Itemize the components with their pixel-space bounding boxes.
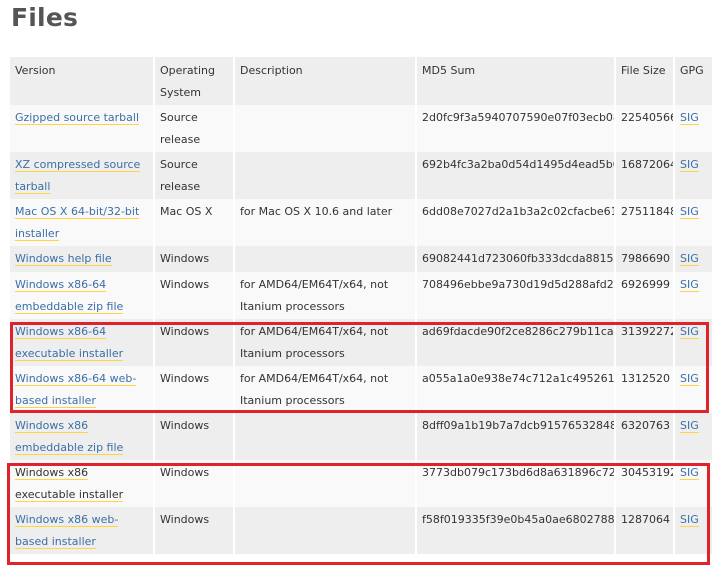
- page-title: Files: [11, 3, 79, 32]
- md5-cell: 6dd08e7027d2a1b3a2c02cfacbe611ef: [415, 199, 615, 246]
- md5-cell: 708496ebbe9a730d19d5d288afd216f1: [415, 272, 615, 319]
- os-cell: Mac OS X: [153, 199, 234, 246]
- md5-cell: 69082441d723060fb333dcda8815105e: [415, 246, 615, 272]
- table-row: Gzipped source tarball Source release 2d…: [10, 105, 712, 152]
- version-link[interactable]: Mac OS X 64-bit/32-bit installer: [15, 205, 140, 241]
- header-description: Description: [233, 57, 416, 105]
- gpg-sig-link[interactable]: SIG: [680, 158, 699, 172]
- description-cell: for Mac OS X 10.6 and later: [233, 199, 416, 246]
- os-cell: Source release: [153, 105, 234, 152]
- version-link[interactable]: Windows help file: [15, 252, 112, 266]
- description-cell: [233, 413, 416, 460]
- gpg-sig-link[interactable]: SIG: [680, 111, 699, 125]
- size-cell: 6926999: [614, 272, 674, 319]
- header-operating-system: Operating System: [153, 57, 234, 105]
- version-link[interactable]: XZ compressed source tarball: [15, 158, 141, 194]
- header-file-size: File Size: [614, 57, 674, 105]
- md5-cell: 692b4fc3a2ba0d54d1495d4ead5b0b5c: [415, 152, 615, 199]
- os-cell: Windows: [153, 272, 234, 319]
- version-link[interactable]: Windows x86-64 embeddable zip file: [15, 278, 124, 314]
- size-cell: 22540566: [614, 105, 674, 152]
- size-cell: 6320763: [614, 413, 674, 460]
- version-link[interactable]: Gzipped source tarball: [15, 111, 140, 125]
- gpg-sig-link[interactable]: SIG: [680, 205, 699, 219]
- size-cell: 7986690: [614, 246, 674, 272]
- table-row: Mac OS X 64-bit/32-bit installer Mac OS …: [10, 199, 712, 246]
- version-link[interactable]: Windows x86 embeddable zip file: [15, 419, 124, 455]
- highlight-box-x86-64-installers: [10, 322, 709, 413]
- gpg-sig-link[interactable]: SIG: [680, 419, 699, 433]
- os-cell: Windows: [153, 413, 234, 460]
- md5-cell: 2d0fc9f3a5940707590e07f03ecb08b9: [415, 105, 615, 152]
- description-cell: [233, 246, 416, 272]
- gpg-sig-link[interactable]: SIG: [680, 278, 699, 292]
- table-header-row: Version Operating System Description MD5…: [10, 57, 712, 105]
- table-row: Windows help file Windows 69082441d72306…: [10, 246, 712, 272]
- size-cell: 27511848: [614, 199, 674, 246]
- header-gpg: GPG: [673, 57, 712, 105]
- highlight-box-x86-installers: [7, 463, 710, 565]
- header-md5-sum: MD5 Sum: [415, 57, 615, 105]
- description-cell: for AMD64/EM64T/x64, not Itanium process…: [233, 272, 416, 319]
- description-cell: [233, 152, 416, 199]
- gpg-sig-link[interactable]: SIG: [680, 252, 699, 266]
- header-version: Version: [10, 57, 154, 105]
- table-row: Windows x86-64 embeddable zip file Windo…: [10, 272, 712, 319]
- description-cell: [233, 105, 416, 152]
- table-row: Windows x86 embeddable zip file Windows …: [10, 413, 712, 460]
- os-cell: Windows: [153, 246, 234, 272]
- size-cell: 16872064: [614, 152, 674, 199]
- table-row: XZ compressed source tarball Source rele…: [10, 152, 712, 199]
- os-cell: Source release: [153, 152, 234, 199]
- md5-cell: 8dff09a1b19b7a7dcb915765328484cf: [415, 413, 615, 460]
